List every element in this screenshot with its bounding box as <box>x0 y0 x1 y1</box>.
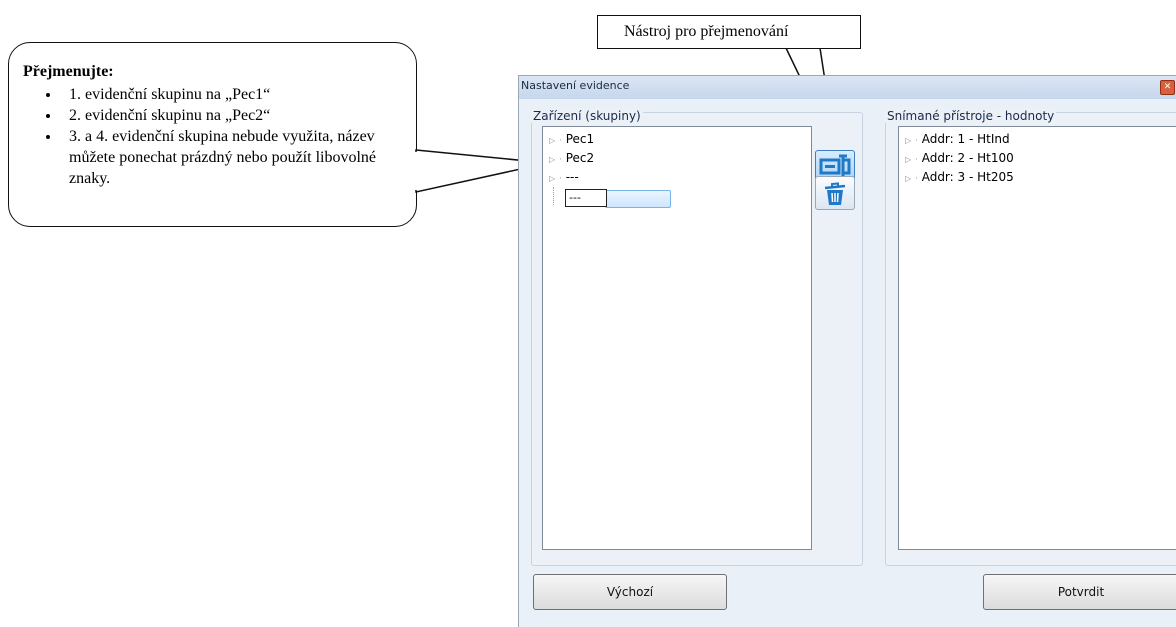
close-button[interactable]: ✕ <box>1160 80 1175 95</box>
devices-groupbox: Zařízení (skupiny) ▷ · Pec1 ▷ · Pec2 ▷ · --… <box>531 109 863 566</box>
tree-item-pec1[interactable]: ▷ · Pec1 <box>549 132 594 148</box>
dialog-title: Nastavení evidence <box>521 79 630 92</box>
expand-arrow-icon[interactable]: ▷ <box>905 155 915 164</box>
expand-arrow-icon[interactable]: ▷ <box>905 136 915 145</box>
expand-arrow-icon[interactable]: ▷ <box>549 155 559 164</box>
delete-button[interactable] <box>815 176 855 210</box>
settings-dialog: Nastavení evidence ✕ Zařízení (skupiny) … <box>518 75 1176 627</box>
instruments-group-label: Snímané přístroje - hodnoty <box>885 109 1057 123</box>
rename-edit-field[interactable]: --- <box>565 189 607 207</box>
dialog-titlebar: Nastavení evidence ✕ <box>519 76 1176 99</box>
expand-arrow-icon[interactable]: ▷ <box>549 136 559 145</box>
tree-item-group3[interactable]: ▷ · --- <box>549 170 579 186</box>
tree-item-label: Pec2 <box>565 151 595 165</box>
tree-item-addr3[interactable]: ▷ · Addr: 3 - Ht205 <box>905 170 1014 186</box>
devices-tree[interactable]: ▷ · Pec1 ▷ · Pec2 ▷ · --- --- <box>542 126 812 550</box>
tree-item-selection <box>605 190 671 208</box>
rename-tool-callout: Nástroj pro přejmenování <box>597 15 861 49</box>
tree-item-pec2[interactable]: ▷ · Pec2 <box>549 151 594 167</box>
tree-item-addr2[interactable]: ▷ · Addr: 2 - Ht100 <box>905 151 1014 167</box>
instruments-tree[interactable]: ▷ · Addr: 1 - HtInd ▷ · Addr: 2 - Ht100 ▷ ·… <box>898 126 1176 550</box>
tree-item-label: --- <box>565 170 579 184</box>
trash-icon <box>824 182 846 205</box>
devices-group-label: Zařízení (skupiny) <box>531 109 643 123</box>
tree-connector <box>553 187 554 205</box>
expand-arrow-icon[interactable]: ▷ <box>549 174 559 183</box>
tree-item-label: Addr: 1 - HtInd <box>921 132 1010 146</box>
tree-item-label: Addr: 3 - Ht205 <box>921 170 1014 184</box>
default-button[interactable]: Výchozí <box>533 574 727 610</box>
instruments-groupbox: Snímané přístroje - hodnoty ▷ · Addr: 1 -… <box>885 109 1176 566</box>
tree-item-addr1[interactable]: ▷ · Addr: 1 - HtInd <box>905 132 1010 148</box>
confirm-button[interactable]: Potvrdit <box>983 574 1176 610</box>
tree-item-label: Addr: 2 - Ht100 <box>921 151 1014 165</box>
tree-item-label: Pec1 <box>565 132 595 146</box>
expand-arrow-icon[interactable]: ▷ <box>905 174 915 183</box>
